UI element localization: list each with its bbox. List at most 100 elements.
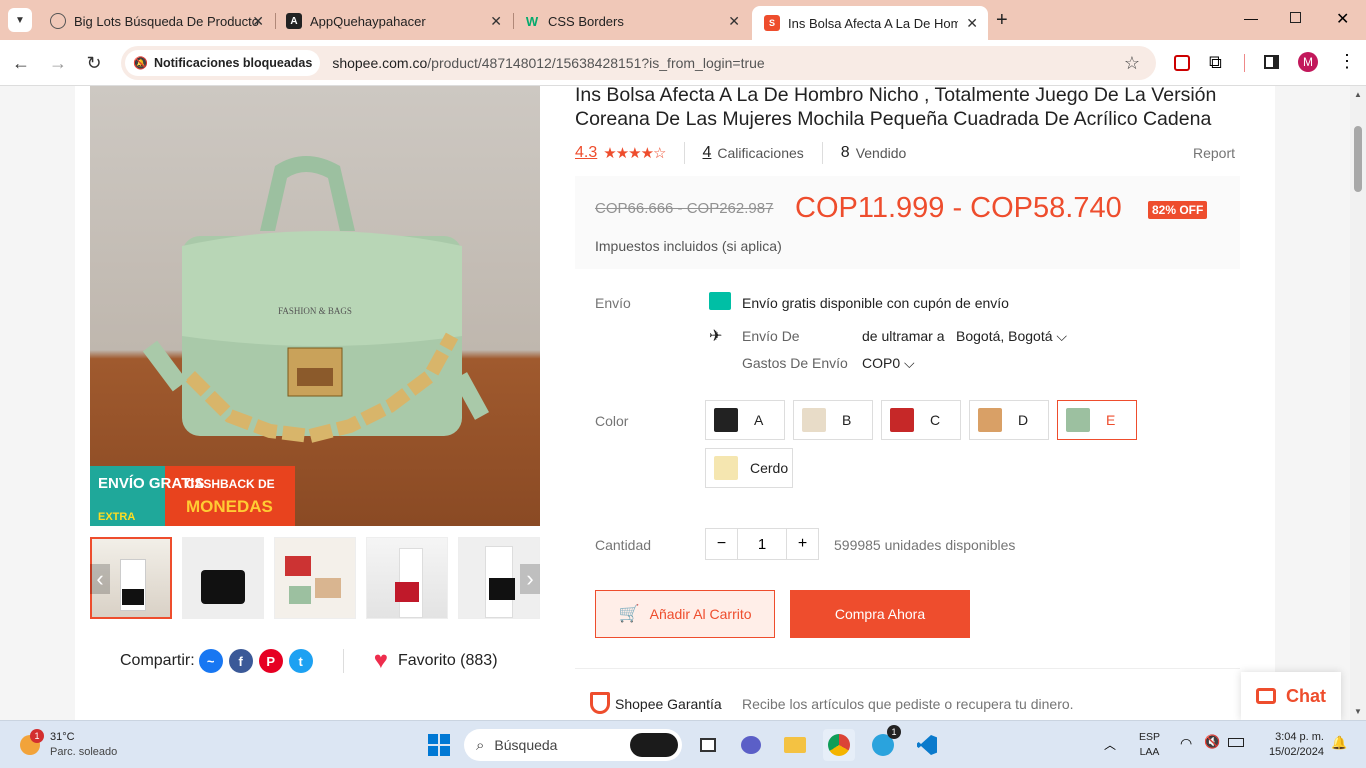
- variant-option-cerdo[interactable]: Cerdo: [705, 448, 793, 488]
- variant-thumb: [802, 408, 826, 432]
- report-link[interactable]: Report: [1193, 145, 1235, 161]
- thumbnail-next-arrow[interactable]: ›: [520, 564, 540, 594]
- page-scrollbar[interactable]: ▲ ▼: [1350, 86, 1366, 720]
- tab-shopee-product[interactable]: S Ins Bolsa Afecta A La De Hombr ✕: [752, 6, 988, 40]
- url-path: /product/487148012/15638428151?is_from_l…: [427, 55, 765, 71]
- weather-widget[interactable]: 1 31°C Parc. soleado: [18, 729, 128, 763]
- language-indicator[interactable]: ESP LAA: [1139, 730, 1160, 760]
- price-box: COP66.666 - COP262.987 COP11.999 - COP58…: [575, 176, 1240, 269]
- add-to-cart-button[interactable]: 🛒 Añadir Al Carrito: [595, 590, 775, 638]
- forward-icon[interactable]: →: [45, 50, 71, 76]
- extension-shopee-icon[interactable]: [1174, 55, 1190, 71]
- variant-label: D: [1018, 412, 1029, 428]
- facebook-icon[interactable]: f: [228, 649, 253, 673]
- variant-label: Cerdo: [750, 460, 789, 476]
- quantity-increase-button[interactable]: +: [786, 529, 818, 559]
- product-main-image[interactable]: FASHION & BAGS ENVÍO GRATIS EXTRA CASHBA…: [90, 86, 540, 526]
- variant-thumb: [714, 456, 738, 480]
- meet-icon[interactable]: [735, 729, 767, 761]
- quantity-input[interactable]: 1: [738, 529, 786, 559]
- favorite-count: Favorito (883): [397, 652, 498, 669]
- scroll-down-arrow[interactable]: ▼: [1354, 707, 1362, 716]
- tab-search-button[interactable]: ▼: [8, 8, 32, 32]
- scroll-up-arrow[interactable]: ▲: [1354, 90, 1362, 99]
- globe-icon: [50, 13, 66, 29]
- chrome-menu-icon[interactable]: ⋮: [1338, 51, 1356, 72]
- shipping-from-value: de ultramar a: [862, 328, 945, 344]
- thumbnail-3[interactable]: [274, 537, 356, 619]
- file-explorer-icon[interactable]: [779, 729, 811, 761]
- variant-option-c[interactable]: C: [881, 400, 961, 440]
- task-view-icon[interactable]: [692, 729, 724, 761]
- wifi-icon[interactable]: ◠: [1180, 735, 1192, 752]
- quantity-decrease-button[interactable]: −: [706, 529, 738, 559]
- shipping-cost-selector[interactable]: COP0 ⌵: [862, 355, 915, 372]
- original-price: COP66.666 - COP262.987: [595, 200, 774, 217]
- angular-icon: A: [286, 13, 302, 29]
- chat-button[interactable]: Chat: [1241, 672, 1341, 720]
- chat-bubble-icon: [1256, 688, 1276, 704]
- heart-icon[interactable]: ♥: [374, 647, 388, 675]
- notification-bell-icon[interactable]: 🔔: [1331, 735, 1347, 751]
- variant-option-a[interactable]: A: [705, 400, 785, 440]
- variant-option-e[interactable]: E: [1057, 400, 1137, 440]
- windows-start-icon[interactable]: [423, 729, 455, 761]
- close-tab-icon[interactable]: ✕: [252, 13, 264, 30]
- scrollbar-thumb[interactable]: [1354, 126, 1362, 192]
- svg-text:MONEDAS: MONEDAS: [186, 497, 273, 516]
- show-hidden-icons[interactable]: ︿: [1104, 736, 1116, 753]
- tab-appquehaypahacer[interactable]: A AppQuehaypahacer ✕: [274, 6, 512, 36]
- shipping-destination-selector[interactable]: Bogotá, Bogotá ⌵: [956, 328, 1067, 345]
- handbag-illustration: FASHION & BAGS ENVÍO GRATIS EXTRA CASHBA…: [90, 156, 490, 526]
- back-icon[interactable]: ←: [8, 50, 34, 76]
- profile-avatar[interactable]: M: [1298, 52, 1318, 72]
- thumbnail-4[interactable]: [366, 537, 448, 619]
- tab-big-lots[interactable]: Big Lots Búsqueda De Producto ✕: [38, 6, 274, 36]
- variant-option-d[interactable]: D: [969, 400, 1049, 440]
- reload-icon[interactable]: ↻: [81, 50, 107, 76]
- variant-thumb: [1066, 408, 1090, 432]
- messenger-icon[interactable]: ~: [198, 649, 223, 673]
- guarantee-title[interactable]: Shopee Garantía: [615, 696, 722, 712]
- close-tab-icon[interactable]: ✕: [728, 13, 740, 30]
- url-text[interactable]: shopee.com.co/product/487148012/15638428…: [332, 55, 764, 71]
- tab-title: Ins Bolsa Afecta A La De Hombr: [788, 15, 958, 31]
- new-tab-button[interactable]: +: [996, 9, 1008, 32]
- chrome-icon[interactable]: [823, 729, 855, 761]
- notifications-blocked-chip[interactable]: 🔕 Notificaciones bloqueadas: [125, 50, 321, 76]
- clock[interactable]: 3:04 p. m. 15/02/2024: [1258, 730, 1324, 760]
- shipping-destination: Bogotá, Bogotá: [956, 328, 1053, 344]
- close-window-icon[interactable]: ✕: [1336, 9, 1349, 29]
- extensions-puzzle-icon[interactable]: ⧉: [1209, 52, 1222, 73]
- tab-css-borders[interactable]: W CSS Borders ✕: [512, 6, 750, 36]
- ratings-count[interactable]: 4: [703, 144, 712, 162]
- bookmark-star-icon[interactable]: ☆: [1124, 53, 1140, 74]
- share-label: Compartir:: [120, 652, 195, 669]
- telegram-icon[interactable]: 1: [867, 725, 901, 761]
- taskbar-search[interactable]: ⌕ Búsqueda: [464, 729, 682, 761]
- battery-icon[interactable]: [1228, 738, 1244, 747]
- vscode-icon[interactable]: [911, 729, 943, 761]
- restore-window-icon[interactable]: [1290, 12, 1301, 23]
- product-title: Ins Bolsa Afecta A La De Hombro Nicho , …: [575, 86, 1217, 130]
- close-tab-icon[interactable]: ✕: [490, 13, 502, 30]
- variant-option-b[interactable]: B: [793, 400, 873, 440]
- buy-now-label: Compra Ahora: [834, 606, 926, 622]
- twitter-icon[interactable]: t: [288, 649, 313, 673]
- shipping-cost-value: COP0: [862, 355, 901, 371]
- pinterest-icon[interactable]: P: [258, 649, 283, 673]
- weather-desc: Parc. soleado: [50, 746, 118, 758]
- stock-available: 599985 unidades disponibles: [834, 537, 1016, 553]
- sold-label: Vendido: [855, 145, 907, 161]
- thumbnail-prev-arrow[interactable]: ‹: [90, 564, 110, 594]
- variant-label: E: [1106, 412, 1116, 428]
- minimize-window-icon[interactable]: —: [1244, 10, 1258, 26]
- close-tab-icon[interactable]: ✕: [966, 15, 978, 32]
- thumbnail-2[interactable]: [182, 537, 264, 619]
- omnibox[interactable]: 🔕 Notificaciones bloqueadas shopee.com.c…: [121, 46, 1156, 80]
- address-toolbar: ← → ↻ 🔕 Notificaciones bloqueadas shopee…: [0, 40, 1366, 86]
- side-panel-icon[interactable]: [1264, 55, 1279, 69]
- buy-now-button[interactable]: Compra Ahora: [790, 590, 970, 638]
- volume-muted-icon[interactable]: 🔇: [1204, 734, 1220, 750]
- rating-value[interactable]: 4.3: [575, 144, 597, 162]
